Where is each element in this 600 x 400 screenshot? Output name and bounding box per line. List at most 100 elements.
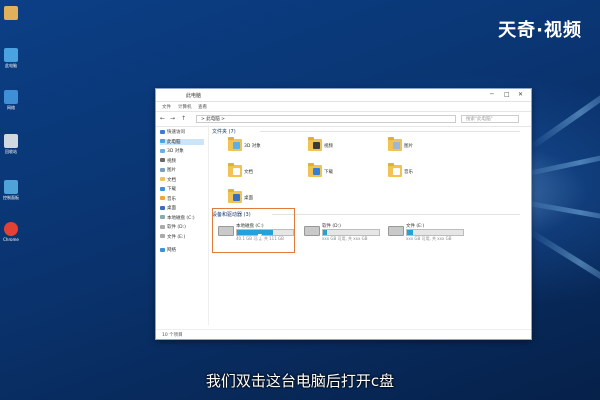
sidebar-item-icon xyxy=(160,205,165,210)
user-folder-icon xyxy=(4,6,18,20)
drive-usage-fill xyxy=(323,230,328,235)
tab-computer[interactable]: 计算机 xyxy=(178,104,192,110)
sidebar-item[interactable]: 下载 xyxy=(160,186,176,192)
tab-view[interactable]: 查看 xyxy=(198,104,207,110)
sidebar-item-icon xyxy=(160,139,165,143)
desktop-icon-this-pc[interactable]: 此电脑 xyxy=(0,48,22,69)
sidebar-item-icon xyxy=(160,129,165,134)
sidebar-item[interactable]: 文件 (E:) xyxy=(160,234,185,240)
up-icon[interactable]: ↑ xyxy=(181,115,186,122)
sidebar-item[interactable]: 视频 xyxy=(160,158,176,164)
folder-icon xyxy=(228,163,242,177)
sidebar-item[interactable]: 网络 xyxy=(160,247,176,253)
desktop-icon-network[interactable]: 网络 xyxy=(0,90,22,111)
sidebar-item-label: 网络 xyxy=(167,248,176,253)
drive-icon xyxy=(388,226,404,236)
sidebar-item-icon xyxy=(160,234,165,238)
sidebar-item-icon xyxy=(160,224,165,229)
video-subtitle: 我们双击这台电脑后打开c盘 xyxy=(205,372,395,390)
sidebar-item[interactable]: 快速访问 xyxy=(160,129,185,135)
sidebar-item[interactable]: 文档 xyxy=(160,177,176,183)
folder-label: 视频 xyxy=(324,144,333,149)
back-icon[interactable]: ← xyxy=(160,115,165,122)
folder-item[interactable]: 下载 xyxy=(308,163,338,177)
folder-item[interactable]: 图片 xyxy=(388,137,418,151)
network-icon xyxy=(4,90,18,104)
folder-item[interactable]: 音乐 xyxy=(388,163,418,177)
address-bar[interactable]: > 此电脑 > xyxy=(196,115,456,123)
folder-icon xyxy=(388,137,402,151)
ribbon-tabs: 文件 计算机 查看 xyxy=(156,102,531,112)
maximize-icon[interactable]: □ xyxy=(504,91,510,98)
sidebar-item-icon xyxy=(160,196,165,200)
sidebar-item-label: 图片 xyxy=(167,168,176,173)
drive-item[interactable]: 软件 (D:) xxx GB 可用, 共 xxx GB xyxy=(302,221,380,243)
sidebar-item-icon xyxy=(160,247,165,252)
folder-item[interactable]: 视频 xyxy=(308,137,338,151)
sidebar-item[interactable]: 桌面 xyxy=(160,205,176,211)
folder-overlay-icon xyxy=(233,142,240,149)
desktop-icon-recycle-bin[interactable]: 回收站 xyxy=(0,134,22,155)
window-title: 此电脑 xyxy=(186,93,202,99)
folder-overlay-icon xyxy=(393,168,400,175)
sidebar-item[interactable]: 3D 对象 xyxy=(160,148,184,154)
folder-item[interactable]: 文档 xyxy=(228,163,258,177)
drive-usage-fill xyxy=(407,230,413,235)
close-icon[interactable]: ✕ xyxy=(518,91,523,98)
folder-overlay-icon xyxy=(313,142,320,149)
drive-item[interactable]: 文件 (E:) xxx GB 可用, 共 xxx GB xyxy=(386,221,464,243)
drive-icon xyxy=(304,226,320,236)
sidebar-item-label: 文档 xyxy=(167,177,176,183)
sidebar-item-label: 快速访问 xyxy=(167,130,185,135)
sidebar-item-icon xyxy=(160,158,165,162)
drive-usage-bar xyxy=(322,229,380,236)
folder-overlay-icon xyxy=(393,142,400,149)
desktop-icon-control-panel[interactable]: 控制面板 xyxy=(0,180,22,201)
desktop-icon-chrome[interactable]: Chrome xyxy=(0,222,22,242)
drive-usage-bar xyxy=(406,229,464,236)
forward-icon[interactable]: → xyxy=(170,115,175,122)
recycle-bin-icon xyxy=(4,134,18,148)
sidebar-item-label: 音乐 xyxy=(167,196,176,202)
control-panel-icon xyxy=(4,180,18,194)
sidebar-item-label: 桌面 xyxy=(167,206,176,211)
folder-label: 音乐 xyxy=(404,170,413,175)
folder-label: 下载 xyxy=(324,170,333,175)
folder-item[interactable]: 桌面 xyxy=(228,189,258,203)
folder-overlay-icon xyxy=(233,194,240,201)
drive-size: xxx GB 可用, 共 xxx GB xyxy=(406,236,452,241)
sidebar-item[interactable]: 音乐 xyxy=(160,196,176,202)
brand-watermark: 天奇·视频 xyxy=(498,20,582,41)
folder-icon xyxy=(228,137,242,151)
minimize-icon[interactable]: ─ xyxy=(490,91,494,98)
sidebar-item-label: 下载 xyxy=(167,187,176,192)
sidebar-item[interactable]: 图片 xyxy=(160,167,176,173)
status-bar: 10 个项目 xyxy=(156,329,531,339)
sidebar-item[interactable]: 此电脑 xyxy=(160,138,204,145)
sidebar-item[interactable]: 本地磁盘 (C:) xyxy=(160,215,195,221)
desktop-icon-user[interactable] xyxy=(0,6,22,21)
light-beam xyxy=(520,199,600,226)
sidebar-item-label: 文件 (E:) xyxy=(167,234,186,240)
sidebar-item-label: 本地磁盘 (C:) xyxy=(167,215,195,221)
drive-size: xxx GB 可用, 共 xxx GB xyxy=(322,236,368,241)
folders-header[interactable]: 文件夹 (7) xyxy=(212,128,236,135)
search-input[interactable]: 搜索"此电脑" xyxy=(461,115,519,123)
title-bar: 此电脑 ─ □ ✕ xyxy=(156,89,531,102)
light-beam xyxy=(527,228,600,298)
folder-overlay-icon xyxy=(313,168,320,175)
sidebar-item-label: 视频 xyxy=(167,158,176,164)
this-pc-icon xyxy=(4,48,18,62)
folder-icon xyxy=(388,163,402,177)
sidebar-item[interactable]: 软件 (D:) xyxy=(160,224,186,230)
sidebar-item-icon xyxy=(160,177,165,181)
sidebar-item-icon xyxy=(160,186,165,191)
folder-label: 3D 对象 xyxy=(244,144,261,149)
folder-item[interactable]: 3D 对象 xyxy=(228,137,261,151)
tab-file[interactable]: 文件 xyxy=(162,104,171,110)
folder-label: 文档 xyxy=(244,170,253,175)
folder-icon xyxy=(308,137,322,151)
folder-icon xyxy=(308,163,322,177)
sidebar-item-icon xyxy=(160,167,165,172)
navigation-pane: 快速访问此电脑 3D 对象视频图片文档下载音乐桌面本地磁盘 (C:) 软件 (D:)… xyxy=(156,125,209,325)
